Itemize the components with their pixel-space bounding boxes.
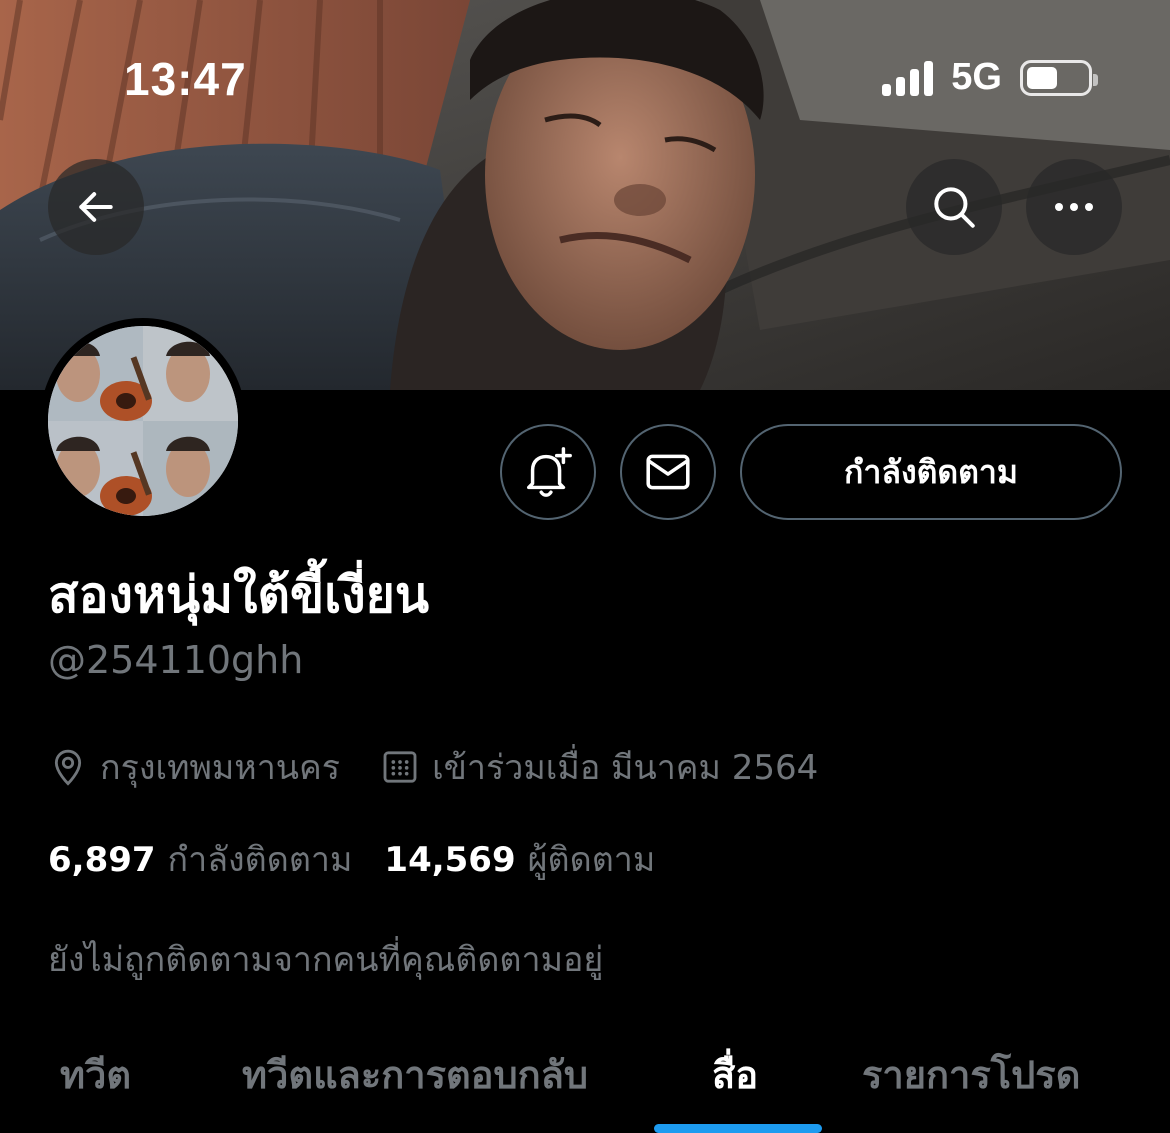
location-text: กรุงเทพมหานคร — [100, 748, 341, 788]
avatar-image — [48, 326, 238, 516]
avatar — [48, 326, 238, 516]
profile-page: 13:47 5G กำลังติดตาม สองหนุ่มใต้ขี้เงี่ย… — [0, 0, 1170, 1133]
tab-tweets-and-replies[interactable]: ทวีตและการตอบกลับ — [242, 1044, 588, 1105]
calendar-icon — [383, 751, 417, 783]
back-button[interactable] — [48, 159, 144, 255]
follow-stats: 6,897 กำลังติดตาม 14,569 ผู้ติดตาม — [48, 832, 655, 886]
search-button[interactable] — [906, 159, 1002, 255]
envelope-icon — [646, 454, 690, 490]
followed-by-text: ยังไม่ถูกติดตามจากคนที่คุณติดตามอยู่ — [48, 940, 604, 980]
profile-handle: @254110ghh — [48, 638, 304, 682]
more-dots-icon — [1055, 203, 1093, 211]
battery-icon — [1020, 59, 1098, 96]
tab-likes[interactable]: รายการโปรด — [862, 1044, 1080, 1105]
bell-plus-icon — [526, 447, 572, 497]
tab-tweets[interactable]: ทวีต — [60, 1044, 131, 1105]
location-pin-icon — [54, 749, 82, 786]
profile-tabs: ทวีต ทวีตและการตอบกลับ สื่อ รายการโปรด — [0, 1036, 1170, 1133]
profile-meta: กรุงเทพมหานคร เข้าร่วมเมื่อ มีนาคม 2564 — [48, 740, 818, 794]
tab-media[interactable]: สื่อ — [712, 1044, 758, 1105]
message-button[interactable] — [620, 424, 716, 520]
following-label: กำลังติดตาม — [167, 840, 353, 880]
following-count: 6,897 — [48, 840, 156, 880]
status-indicators: 5G — [882, 56, 1098, 99]
location-item: กรุงเทพมหานคร — [48, 740, 340, 794]
search-icon — [934, 187, 975, 228]
notify-button[interactable] — [500, 424, 596, 520]
network-label: 5G — [951, 56, 1002, 98]
signal-icon — [882, 60, 934, 96]
following-stat[interactable]: 6,897 กำลังติดตาม — [48, 832, 352, 886]
followers-count: 14,569 — [384, 840, 516, 880]
followers-label: ผู้ติดตาม — [527, 840, 656, 880]
followers-stat[interactable]: 14,569 ผู้ติดตาม — [384, 832, 655, 886]
display-name: สองหนุ่มใต้ขี้เงี่ยน — [48, 566, 430, 624]
more-button[interactable] — [1026, 159, 1122, 255]
status-time: 13:47 — [124, 53, 247, 105]
joined-item: เข้าร่วมเมื่อ มีนาคม 2564 — [380, 740, 818, 794]
avatar-ring[interactable] — [40, 318, 246, 524]
joined-text: เข้าร่วมเมื่อ มีนาคม 2564 — [432, 748, 819, 788]
arrow-left-icon — [79, 192, 113, 222]
active-tab-indicator — [654, 1124, 822, 1133]
following-button[interactable]: กำลังติดตาม — [740, 424, 1122, 520]
